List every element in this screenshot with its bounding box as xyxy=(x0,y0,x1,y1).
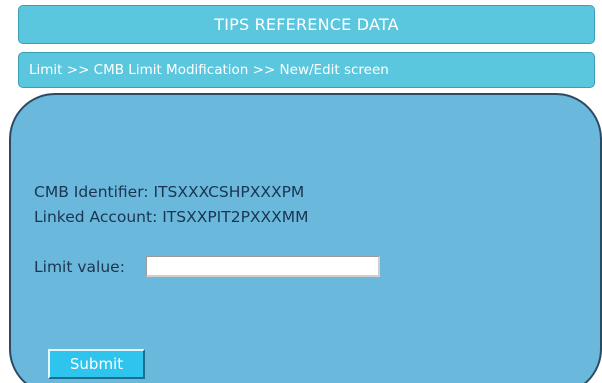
form-panel xyxy=(9,93,602,383)
title-bar: TIPS REFERENCE DATA xyxy=(18,5,595,44)
limit-value-input[interactable] xyxy=(146,256,380,277)
app-screen: TIPS REFERENCE DATA Limit >> CMB Limit M… xyxy=(0,0,602,383)
linked-account-text: Linked Account: ITSXXPIT2PXXXMM xyxy=(34,208,309,226)
breadcrumb: Limit >> CMB Limit Modification >> New/E… xyxy=(18,52,595,88)
cmb-identifier-text: CMB Identifier: ITSXXXCSHPXXXPM xyxy=(34,183,305,201)
breadcrumb-text: Limit >> CMB Limit Modification >> New/E… xyxy=(29,62,389,78)
limit-value-label: Limit value: xyxy=(34,258,125,276)
submit-button[interactable]: Submit xyxy=(48,349,145,379)
page-title: TIPS REFERENCE DATA xyxy=(214,15,399,34)
